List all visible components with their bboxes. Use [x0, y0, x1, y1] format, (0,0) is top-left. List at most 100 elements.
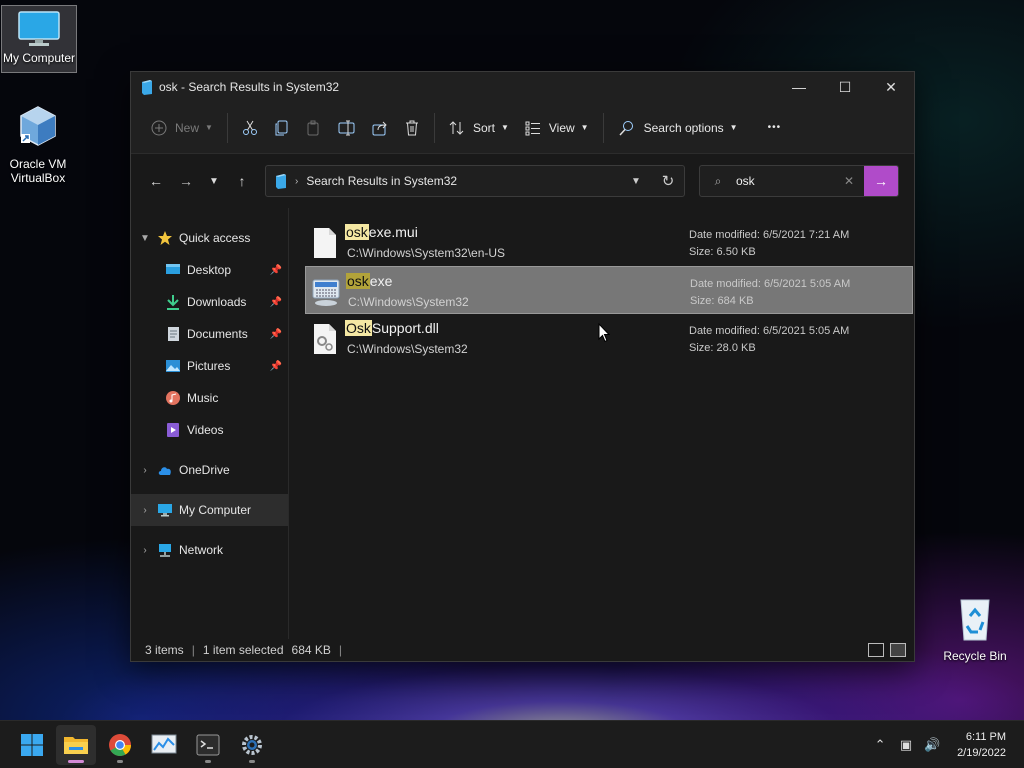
search-icon: ⌕	[714, 173, 722, 188]
nav-label: Documents	[187, 327, 248, 341]
search-match-highlight: osk	[346, 273, 370, 289]
file-meta: Date modified: 6/5/2021 7:21 AM Size: 6.…	[689, 227, 849, 261]
search-match-highlight: osk	[345, 224, 369, 240]
search-box[interactable]: ⌕ osk ✕ →	[699, 165, 899, 197]
nav-pictures[interactable]: Pictures 📌	[131, 350, 288, 382]
up-button[interactable]: ↑	[227, 166, 257, 196]
delete-button[interactable]	[396, 112, 428, 144]
new-label: New	[175, 120, 200, 135]
nav-documents[interactable]: Documents 📌	[131, 318, 288, 350]
paste-button[interactable]	[298, 112, 330, 144]
virtualbox-icon	[20, 106, 56, 146]
nav-label: Downloads	[187, 295, 247, 309]
nav-desktop[interactable]: Desktop 📌	[131, 254, 288, 286]
taskbar-performance-monitor[interactable]	[144, 725, 184, 765]
title-bar[interactable]: osk - Search Results in System32 — ☐ ✕	[131, 72, 914, 102]
share-icon	[372, 121, 387, 135]
arrow-right-icon: →	[874, 173, 888, 189]
taskbar-terminal[interactable]	[188, 725, 228, 765]
pin-icon: 📌	[269, 264, 282, 276]
copy-icon	[275, 120, 288, 135]
sort-button[interactable]: Sort ▼	[441, 112, 517, 144]
clock[interactable]: 6:11 PM 2/19/2022	[957, 729, 1006, 761]
chevron-down-icon[interactable]: ▼	[133, 233, 157, 244]
breadcrumb[interactable]: Search Results in System32	[306, 174, 457, 188]
search-options-button[interactable]: Search options ▼	[610, 112, 746, 144]
volume-icon[interactable]: 🔊	[919, 737, 945, 753]
address-row: ← → ▼ ↑ › Search Results in System32 ▼ ↻…	[131, 154, 914, 208]
recent-locations-button[interactable]: ▼	[201, 166, 227, 196]
size-label: Size:	[689, 342, 714, 354]
chevron-up-icon[interactable]: ⌃	[867, 737, 893, 753]
running-indicator	[205, 759, 211, 763]
result-row[interactable]: oskexe.mui C:\Windows\System32\en-US Dat…	[305, 218, 913, 266]
chevron-right-icon[interactable]: ›	[133, 545, 157, 556]
sort-label: Sort	[472, 120, 495, 135]
refresh-button[interactable]: ↻	[652, 172, 684, 190]
address-bar[interactable]: › Search Results in System32 ▼ ↻	[265, 165, 685, 197]
trash-icon	[405, 120, 418, 135]
nav-videos[interactable]: Videos	[131, 414, 288, 446]
file-icon	[314, 228, 336, 258]
download-icon	[165, 294, 181, 310]
large-icons-view-button[interactable]	[890, 643, 906, 657]
copy-button[interactable]	[266, 112, 298, 144]
new-button[interactable]: New ▼	[143, 112, 221, 144]
minimize-button[interactable]: —	[776, 72, 822, 102]
nav-music[interactable]: Music	[131, 382, 288, 414]
toolbar-divider	[602, 112, 604, 143]
more-icon: •••	[767, 122, 782, 133]
chevron-down-icon: ▼	[205, 123, 213, 132]
pin-icon: 📌	[269, 328, 282, 340]
selection-count: 1 item selected	[202, 643, 284, 657]
arrow-up-icon: ↑	[238, 173, 246, 189]
nav-label: Quick access	[179, 231, 251, 245]
forward-button[interactable]: →	[171, 166, 201, 196]
search-results-list: oskexe.mui C:\Windows\System32\en-US Dat…	[289, 208, 914, 639]
clock-date: 2/19/2022	[957, 746, 1006, 759]
nav-my-computer[interactable]: › My Computer	[131, 494, 288, 526]
details-view-button[interactable]	[868, 643, 884, 657]
taskbar-settings[interactable]	[232, 725, 272, 765]
taskbar-chrome[interactable]	[100, 725, 140, 765]
rename-button[interactable]	[330, 112, 364, 144]
desktop-icon-recycle-bin[interactable]: Recycle Bin	[937, 596, 1013, 663]
network-status-icon[interactable]: ▣	[893, 737, 919, 753]
nav-network[interactable]: › Network	[131, 534, 288, 566]
chevron-right-icon[interactable]: ›	[133, 505, 157, 516]
chevron-right-icon[interactable]: ›	[133, 465, 157, 476]
maximize-button[interactable]: ☐	[822, 72, 868, 102]
active-indicator	[68, 759, 84, 763]
sort-icon	[449, 120, 464, 135]
share-button[interactable]	[364, 112, 396, 144]
taskbar-file-explorer[interactable]	[56, 724, 96, 765]
nav-label: Videos	[187, 423, 224, 437]
running-indicator	[249, 759, 255, 763]
start-button[interactable]	[12, 725, 52, 765]
desktop-icon-my-computer[interactable]: My Computer	[1, 5, 77, 73]
nav-downloads[interactable]: Downloads 📌	[131, 286, 288, 318]
cut-button[interactable]	[234, 112, 266, 144]
view-button[interactable]: View ▼	[517, 112, 597, 144]
date-modified-label: Date modified:	[689, 325, 760, 337]
address-dropdown-button[interactable]: ▼	[620, 176, 652, 187]
nav-onedrive[interactable]: › OneDrive	[131, 454, 288, 486]
clear-search-button[interactable]: ✕	[834, 174, 864, 188]
monitor-icon	[157, 502, 173, 518]
nav-quick-access[interactable]: ▼ Quick access	[131, 222, 288, 254]
search-input[interactable]: osk	[736, 174, 834, 188]
status-divider: |	[338, 643, 343, 657]
chrome-icon	[109, 733, 131, 756]
result-row-selected[interactable]: oskexe C:\Windows\System32 Date modified…	[305, 266, 913, 314]
nav-label: Desktop	[187, 263, 232, 277]
chevron-down-icon: ▼	[500, 123, 509, 132]
desktop-icon-virtualbox[interactable]: Oracle VM VirtualBox	[0, 104, 76, 185]
nav-label: Pictures	[187, 359, 231, 373]
close-button[interactable]: ✕	[868, 72, 914, 102]
search-go-button[interactable]: →	[864, 166, 898, 196]
more-options-button[interactable]: •••	[760, 112, 790, 144]
scissors-icon	[242, 120, 257, 135]
music-icon	[165, 390, 181, 406]
search-options-icon	[619, 120, 633, 136]
back-button[interactable]: ←	[141, 166, 171, 196]
